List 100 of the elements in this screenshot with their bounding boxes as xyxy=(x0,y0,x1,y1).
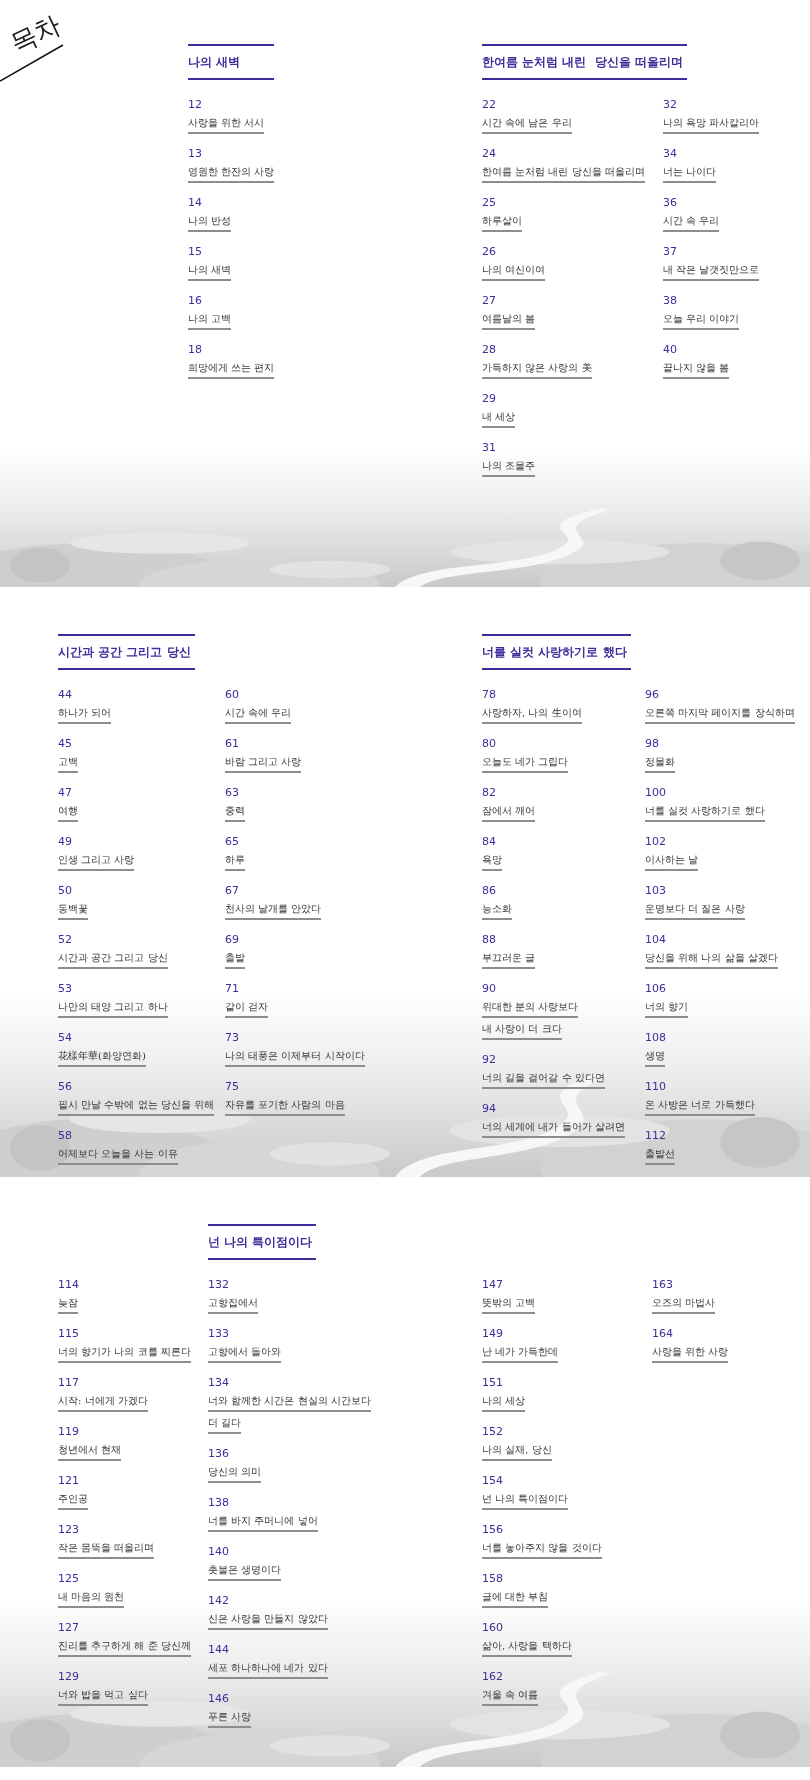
chapter-title[interactable]: 너와 함께한 시간은 현실의 시간보다 xyxy=(208,1393,371,1412)
chapter-title[interactable]: 넌 나의 특이점이다 xyxy=(482,1491,569,1510)
chapter-title[interactable]: 운명보다 더 질은 사랑 xyxy=(645,901,745,920)
chapter-title[interactable]: 가득하지 않은 사랑의 美 xyxy=(482,360,592,379)
chapter-title[interactable]: 사랑을 위한 서시 xyxy=(188,115,265,134)
chapter-title[interactable]: 뜻밖의 고백 xyxy=(482,1295,536,1314)
chapter-title[interactable]: 생명 xyxy=(645,1048,665,1067)
chapter-title[interactable]: 부끄러운 글 xyxy=(482,950,536,969)
chapter-title[interactable]: 자유를 포기한 사람의 마음 xyxy=(225,1097,345,1116)
chapter-title[interactable]: 하루살이 xyxy=(482,213,522,232)
page-number: 92 xyxy=(482,1053,496,1067)
chapter-title[interactable]: 촛불은 생명이다 xyxy=(208,1562,282,1581)
chapter-title[interactable]: 너의 향기 xyxy=(645,999,689,1018)
chapter-title[interactable]: 花樣年華(화양연화) xyxy=(58,1048,146,1067)
chapter-title[interactable]: 능소화 xyxy=(482,901,512,920)
chapter-title[interactable]: 너를 바지 주머니에 넣어 xyxy=(208,1513,318,1532)
chapter-title[interactable]: 오늘도 네가 그립다 xyxy=(482,754,569,773)
chapter-title[interactable]: 하루 xyxy=(225,852,245,871)
chapter-title[interactable]: 나의 조물주 xyxy=(482,458,536,477)
chapter-title[interactable]: 내 작은 날갯짓만으로 xyxy=(663,262,760,281)
chapter-title[interactable]: 나의 여신이여 xyxy=(482,262,546,281)
chapter-title[interactable]: 오즈의 마법사 xyxy=(652,1295,716,1314)
chapter-title[interactable]: 욕망 xyxy=(482,852,502,871)
chapter-title[interactable]: 같이 걷자 xyxy=(225,999,269,1018)
chapter-title[interactable]: 하나가 되어 xyxy=(58,705,112,724)
chapter-title[interactable]: 너의 세계에 내가 들어가 살려면 xyxy=(482,1119,625,1138)
chapter-title[interactable]: 당신의 의미 xyxy=(208,1464,262,1483)
chapter-title[interactable]: 바람 그리고 사랑 xyxy=(225,754,302,773)
chapter-title[interactable]: 한여름 눈처럼 내린 당신을 떠올리며 xyxy=(482,164,645,183)
chapter-title[interactable]: 영원한 한잔의 사랑 xyxy=(188,164,275,183)
chapter-title[interactable]: 시간과 공간 그리고 당신 xyxy=(58,950,168,969)
chapter-title[interactable]: 주인공 xyxy=(58,1491,88,1510)
chapter-title[interactable]: 사랑을 위한 사랑 xyxy=(652,1344,729,1363)
chapter-title[interactable]: 끝나지 않을 봄 xyxy=(663,360,730,379)
chapter-title[interactable]: 나의 욕망 파사칼리아 xyxy=(663,115,760,134)
chapter-title[interactable]: 늦잠 xyxy=(58,1295,78,1314)
chapter-title[interactable]: 나의 고백 xyxy=(188,311,232,330)
chapter-title[interactable]: 너를 실컷 사랑하기로 했다 xyxy=(645,803,765,822)
chapter-title[interactable]: 고향집에서 xyxy=(208,1295,258,1314)
chapter-title[interactable]: 세포 하나하나에 네가 있다 xyxy=(208,1660,328,1679)
section-title: 한여름 눈처럼 내린 당신을 떠올리며 xyxy=(482,44,687,80)
chapter-title[interactable]: 진리를 추구하게 해 준 당신께 xyxy=(58,1638,191,1657)
chapter-title[interactable]: 나의 세상 xyxy=(482,1393,526,1412)
page-number: 69 xyxy=(225,933,239,947)
chapter-title[interactable]: 시간 속에 남은 우리 xyxy=(482,115,572,134)
chapter-title[interactable]: 오른쪽 마지막 페이지를 장식하며 xyxy=(645,705,795,724)
chapter-title[interactable]: 너의 길을 걸어갈 수 있다면 xyxy=(482,1070,605,1089)
chapter-title[interactable]: 동백꽃 xyxy=(58,901,88,920)
chapter-title[interactable]: 이사하는 날 xyxy=(645,852,699,871)
page-number: 142 xyxy=(208,1594,229,1608)
chapter-title[interactable]: 희망에게 쓰는 편지 xyxy=(188,360,275,379)
chapter-title[interactable]: 여행 xyxy=(58,803,78,822)
chapter-title[interactable]: 나의 반성 xyxy=(188,213,232,232)
chapter-title[interactable]: 시간 속 우리 xyxy=(663,213,720,232)
chapter-title[interactable]: 잠에서 깨어 xyxy=(482,803,536,822)
chapter-title[interactable]: 더 길다 xyxy=(208,1415,242,1434)
chapter-title[interactable]: 어제보다 오늘을 사는 이유 xyxy=(58,1146,178,1165)
page-number: 82 xyxy=(482,786,496,800)
chapter-title[interactable]: 오늘 우리 이야기 xyxy=(663,311,740,330)
chapter-title[interactable]: 글에 대한 부침 xyxy=(482,1589,549,1608)
chapter-title[interactable]: 천사의 날개를 안았다 xyxy=(225,901,322,920)
chapter-title[interactable]: 너를 놓아주지 않을 것이다 xyxy=(482,1540,602,1559)
page-number: 147 xyxy=(482,1278,503,1292)
chapter-title[interactable]: 사랑하자, 나의 生이여 xyxy=(482,705,582,724)
chapter-title[interactable]: 삶아, 사랑을 택하다 xyxy=(482,1638,572,1657)
chapter-title[interactable]: 내 마음의 원천 xyxy=(58,1589,125,1608)
chapter-title[interactable]: 고향에서 돌아와 xyxy=(208,1344,282,1363)
chapter-title[interactable]: 나만의 태양 그리고 하나 xyxy=(58,999,168,1018)
chapter-title[interactable]: 나의 실재, 당신 xyxy=(482,1442,552,1461)
chapter-title[interactable]: 푸른 사랑 xyxy=(208,1709,252,1728)
chapter-title[interactable]: 출발선 xyxy=(645,1146,675,1165)
chapter-title[interactable]: 청년에서 현재 xyxy=(58,1442,122,1461)
chapter-title[interactable]: 온 사방은 너로 가득했다 xyxy=(645,1097,755,1116)
chapter-title[interactable]: 너와 밥을 먹고 싶다 xyxy=(58,1687,148,1706)
chapter-title[interactable]: 신은 사랑을 만들지 않았다 xyxy=(208,1611,328,1630)
chapter-title[interactable]: 내 사랑이 더 크다 xyxy=(482,1021,562,1040)
chapter-title[interactable]: 나의 새벽 xyxy=(188,262,232,281)
chapter-title[interactable]: 난 네가 가득한데 xyxy=(482,1344,559,1363)
chapter-title[interactable]: 여름날의 봄 xyxy=(482,311,536,330)
page-number: 14 xyxy=(188,196,202,210)
chapter-title[interactable]: 인생 그리고 사랑 xyxy=(58,852,135,871)
chapter-title[interactable]: 출발 xyxy=(225,950,245,969)
chapter-title[interactable]: 너의 향기가 나의 코를 찌른다 xyxy=(58,1344,191,1363)
chapter-title[interactable]: 나의 태풍은 이제부터 시작이다 xyxy=(225,1048,365,1067)
chapter-title[interactable]: 위대한 분의 사랑보다 xyxy=(482,999,579,1018)
chapter-title[interactable]: 필시 만날 수밖에 없는 당신을 위해 xyxy=(58,1097,214,1116)
chapter-title[interactable]: 고백 xyxy=(58,754,78,773)
chapter-title[interactable]: 당신을 위해 나의 삶을 살겠다 xyxy=(645,950,778,969)
chapter-title[interactable]: 너는 나이다 xyxy=(663,164,717,183)
page-number: 49 xyxy=(58,835,72,849)
chapter-title[interactable]: 작은 몸뚝을 떠올리며 xyxy=(58,1540,155,1559)
chapter-title[interactable]: 시작: 너에게 가겠다 xyxy=(58,1393,148,1412)
chapter-title[interactable]: 내 세상 xyxy=(482,409,516,428)
chapter-title[interactable]: 겨울 속 여름 xyxy=(482,1687,539,1706)
chapter-title[interactable]: 중력 xyxy=(225,803,245,822)
chapter-title[interactable]: 정물화 xyxy=(645,754,675,773)
page-number: 28 xyxy=(482,343,496,357)
page-number: 103 xyxy=(645,884,666,898)
page-number: 134 xyxy=(208,1376,229,1390)
chapter-title[interactable]: 시간 속에 우리 xyxy=(225,705,292,724)
